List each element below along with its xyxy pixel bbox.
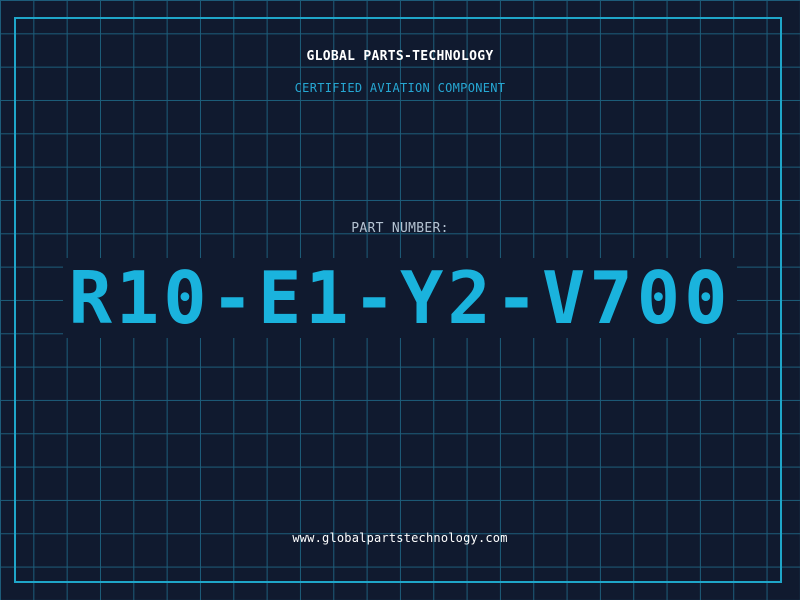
label-card: GLOBAL PARTS-TECHNOLOGY CERTIFIED AVIATI… — [0, 0, 800, 600]
part-number-value: R10-E1-Y2-V700 — [62, 258, 738, 338]
website-url: www.globalpartstechnology.com — [292, 531, 508, 545]
part-number-container: R10-E1-Y2-V700 — [0, 258, 800, 338]
company-name: GLOBAL PARTS-TECHNOLOGY — [306, 49, 494, 64]
part-number-label: PART NUMBER: — [351, 221, 449, 236]
certification-subtitle: CERTIFIED AVIATION COMPONENT — [294, 81, 506, 95]
